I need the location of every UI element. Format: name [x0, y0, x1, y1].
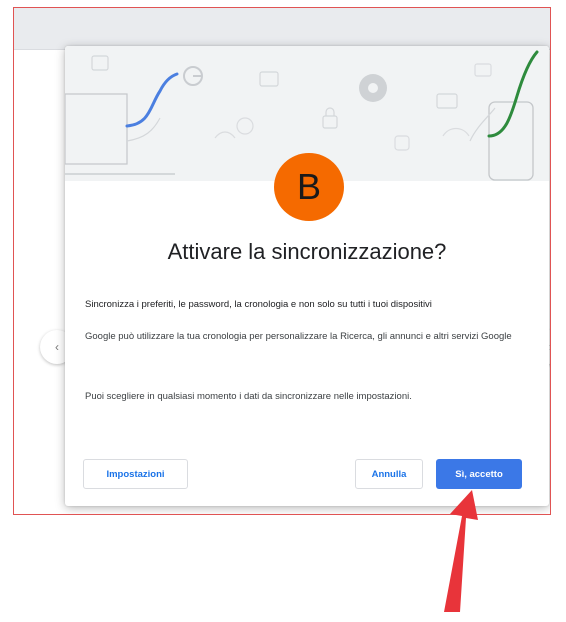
sync-dialog: B Attivare la sincronizzazione? Sincroni… [65, 46, 549, 506]
screenshot-frame: ‹ › [13, 7, 551, 515]
dialog-title: Attivare la sincronizzazione? [167, 239, 447, 264]
cancel-button[interactable]: Annulla [355, 459, 423, 489]
personalization-description: Google può utilizzare la tua cronologia … [85, 331, 512, 342]
lock-icon [322, 107, 338, 129]
chrome-icon [359, 74, 387, 102]
profile-badge: B [274, 153, 344, 221]
settings-hint: Puoi scegliere in qualsiasi momento i da… [85, 391, 412, 402]
google-g-icon [183, 66, 203, 86]
pointer-arrow-icon [444, 490, 478, 612]
accept-button[interactable]: Sì, accetto [436, 459, 522, 489]
settings-button[interactable]: Impostazioni [83, 459, 188, 489]
sync-description: Sincronizza i preferiti, le password, la… [85, 299, 432, 310]
laptop-icon [65, 93, 175, 175]
browser-toolbar [14, 8, 550, 50]
profile-badge-letter: B [296, 166, 321, 207]
